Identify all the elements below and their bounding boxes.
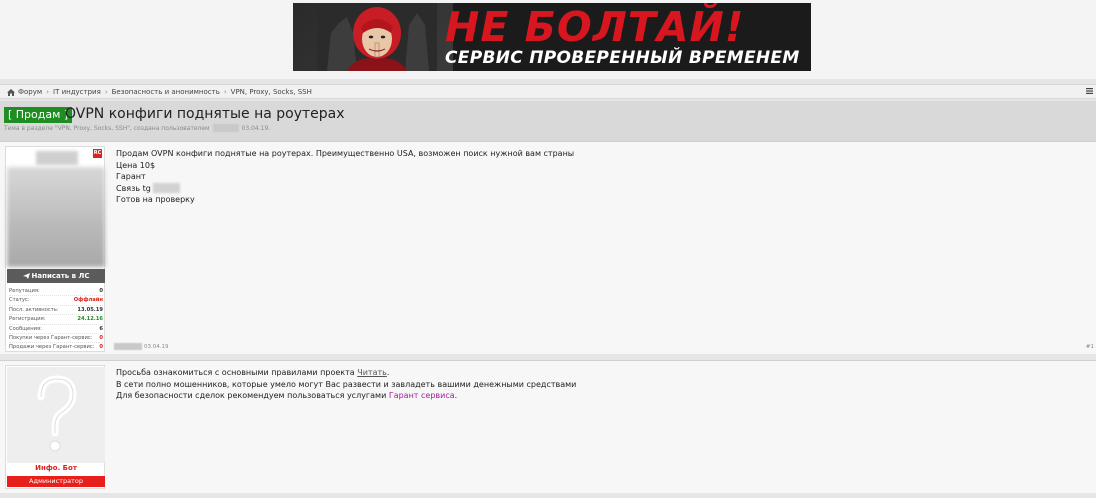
- post-line: Связь tg: [116, 183, 151, 193]
- paper-plane-icon: [22, 269, 30, 283]
- post-line: Цена 10$: [116, 160, 156, 170]
- breadcrumb-separator: ›: [46, 88, 49, 96]
- user-stats: Репутация: 0 Статус: Оффлайн Посл. актив…: [9, 287, 103, 353]
- role-badge: Администратор: [7, 476, 105, 487]
- stat-label: Репутация:: [9, 288, 40, 294]
- user-badge-icon: RC: [93, 149, 102, 158]
- post-line: Продам OVPN конфиги поднятые на роутерах…: [116, 149, 575, 158]
- stat-label: Сообщения:: [9, 325, 42, 332]
- post-line-contact: Связь tg: [116, 183, 574, 195]
- thread-meta: Тема в разделе "VPN, Proxy, Socks, SSH",…: [4, 124, 270, 132]
- stat-value: 6: [99, 325, 103, 332]
- stat-value: 0: [99, 344, 103, 351]
- breadcrumb: Форум › IT индустрия › Безопасность и ан…: [7, 88, 312, 96]
- avatar[interactable]: [7, 167, 105, 267]
- avatar[interactable]: [7, 367, 105, 463]
- poster-woman-illustration: [317, 3, 437, 71]
- stat-value: Оффлайн: [73, 297, 103, 304]
- user-info-panel: RC Написать в ЛС Репутация: 0 Статус: Оф…: [5, 146, 105, 352]
- stat-reputation: Репутация: 0: [9, 287, 103, 297]
- username-redacted[interactable]: [36, 151, 78, 165]
- home-icon[interactable]: [7, 88, 15, 96]
- post-line-guarantee: Для безопасности сделок рекомендуем поль…: [116, 390, 576, 402]
- stat-sales-guarantee: Продажи через Гарант-сервис: 0: [9, 343, 103, 352]
- banner-tagline: СЕРВИС ПРОВЕРЕННЫЙ ВРЕМЕНЕМ: [445, 48, 800, 68]
- guarantee-text: Для безопасности сделок рекомендуем поль…: [116, 391, 387, 400]
- forum-page: НЕ БОЛТАЙ! СЕРВИС ПРОВЕРЕННЫЙ ВРЕМЕНЕМ Ф…: [0, 0, 1096, 498]
- stat-label: Посл. активность:: [9, 306, 59, 313]
- thread-meta-text: Тема в разделе "VPN, Proxy, Socks, SSH",…: [4, 124, 210, 132]
- banner-headline: НЕ БОЛТАЙ!: [445, 3, 745, 51]
- post-line: Готов на проверку: [116, 195, 195, 204]
- stat-value: 0: [99, 334, 103, 341]
- author-name-redacted[interactable]: [212, 124, 239, 132]
- contact-redacted: [153, 183, 181, 193]
- breadcrumb-forum[interactable]: Форум: [18, 88, 42, 96]
- stat-purchases-guarantee: Покупки через Гарант-сервис: 0: [9, 334, 103, 344]
- post-permalink[interactable]: #1: [1086, 344, 1094, 350]
- post-1: RC Написать в ЛС Репутация: 0 Статус: Оф…: [0, 141, 1096, 354]
- thread-meta-date: 03.04.19.: [241, 124, 271, 132]
- stat-label: Покупки через Гарант-сервис:: [9, 334, 93, 341]
- breadcrumb-vpn-section[interactable]: VPN, Proxy, Socks, SSH: [231, 88, 312, 96]
- breadcrumb-security[interactable]: Безопасность и анонимность: [112, 88, 220, 96]
- post-content: Продам OVPN конфиги поднятые на роутерах…: [116, 148, 574, 206]
- stat-status: Статус: Оффлайн: [9, 296, 103, 306]
- guarantee-end: .: [454, 391, 458, 400]
- stat-value: 13.05.19: [77, 306, 103, 313]
- thread-prefix-badge[interactable]: [ Продам ]: [4, 107, 73, 123]
- rules-end: .: [386, 368, 390, 377]
- post-line-rules: Просьба ознакомиться с основными правила…: [116, 367, 576, 379]
- rules-text: Просьба ознакомиться с основными правила…: [116, 368, 355, 377]
- stat-value: 24.12.16: [77, 316, 103, 323]
- banner-area: НЕ БОЛТАЙ! СЕРВИС ПРОВЕРЕННЫЙ ВРЕМЕНЕМ: [0, 0, 1096, 79]
- breadcrumb-bar: Форум › IT индустрия › Безопасность и ан…: [0, 84, 1096, 99]
- page-title: OVPN конфиги поднятые на роутерах: [65, 106, 345, 122]
- ad-banner[interactable]: НЕ БОЛТАЙ! СЕРВИС ПРОВЕРЕННЫЙ ВРЕМЕНЕМ: [293, 3, 811, 71]
- stat-label: Продажи через Гарант-сервис:: [9, 344, 95, 351]
- stat-label: Регистрация:: [9, 316, 46, 323]
- thread-header: [ Продам ] OVPN конфиги поднятые на роут…: [0, 101, 1096, 141]
- page-bottom-strip: [0, 493, 1096, 498]
- author-name-redacted[interactable]: [114, 343, 142, 350]
- stat-label: Статус:: [9, 297, 30, 304]
- post-line-warning: В сети полно мошенников, которые умело м…: [116, 379, 577, 389]
- post-content: Просьба ознакомиться с основными правила…: [116, 367, 576, 402]
- send-pm-label: Написать в ЛС: [31, 272, 90, 280]
- guarantee-service-link[interactable]: Гарант сервиса: [389, 391, 455, 400]
- post-date[interactable]: 03.04.19: [144, 344, 169, 350]
- stat-last-activity: Посл. активность: 13.05.19: [9, 306, 103, 316]
- breadcrumb-separator: ›: [223, 88, 227, 96]
- rules-link[interactable]: Читать: [357, 368, 387, 377]
- stat-registration: Регистрация: 24.12.16: [9, 315, 103, 325]
- breadcrumb-separator: ›: [104, 88, 108, 96]
- stat-value: 0: [99, 288, 103, 294]
- post-2: Инфо. Бот Администратор Просьба ознакоми…: [0, 360, 1096, 493]
- breadcrumb-it-industry[interactable]: IT индустрия: [53, 88, 101, 96]
- stat-messages: Сообщения: 6: [9, 325, 103, 334]
- post-line: Гарант: [116, 172, 146, 181]
- user-info-panel: Инфо. Бот Администратор: [5, 365, 105, 489]
- username[interactable]: Инфо. Бот: [6, 464, 106, 472]
- post-footer: 03.04.19: [114, 343, 169, 350]
- menu-icon[interactable]: [1086, 88, 1093, 94]
- send-pm-button[interactable]: Написать в ЛС: [7, 269, 105, 283]
